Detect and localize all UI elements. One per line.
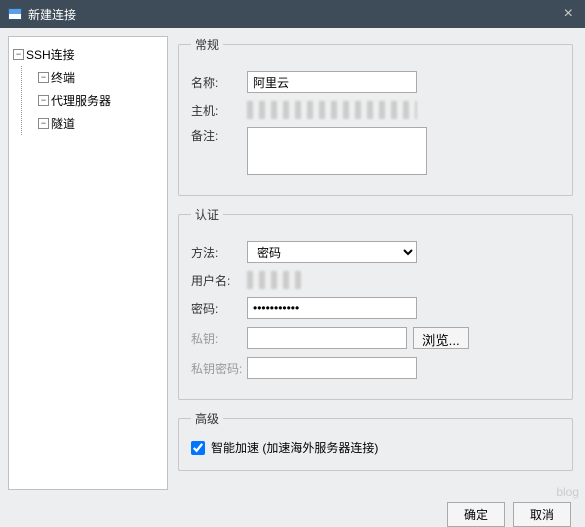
label-method: 方法: [191,244,247,261]
sidebar-tree: − SSH连接 − 终端 − 代理服务器 − 隧道 [8,36,168,490]
label-remark: 备注: [191,127,247,144]
label-key: 私钥: [191,330,247,347]
label-user: 用户名: [191,272,247,289]
method-select[interactable]: 密码 [247,241,417,263]
window-icon [8,8,22,20]
browse-button[interactable]: 浏览... [413,327,469,349]
label-pass: 密码: [191,300,247,317]
expander-icon[interactable]: − [38,118,49,129]
content-pane: 常规 名称: 主机: 备注: 认证 方法: 密码 [168,28,585,498]
tree-item-proxy[interactable]: − 代理服务器 [22,89,163,112]
legend-auth: 认证 [191,206,223,223]
ok-button[interactable]: 确定 [447,502,505,527]
password-input[interactable] [247,297,417,319]
user-redacted [247,271,307,289]
title-bar: 新建连接 × [0,0,585,28]
accel-label: 智能加速 (加速海外服务器连接) [211,439,378,456]
expander-icon[interactable]: − [38,95,49,106]
close-icon[interactable]: × [560,5,577,23]
tree-label: 隧道 [51,115,75,132]
window-title: 新建连接 [28,6,76,23]
name-input[interactable] [247,71,417,93]
accel-checkbox[interactable] [191,441,205,455]
label-keypass: 私钥密码: [191,360,247,377]
legend-general: 常规 [191,36,223,53]
expander-icon[interactable]: − [38,72,49,83]
expander-icon[interactable]: − [13,49,24,60]
legend-advanced: 高级 [191,410,223,427]
tree-label: 代理服务器 [51,92,111,109]
label-name: 名称: [191,74,247,91]
keypass-input[interactable] [247,357,417,379]
host-redacted [247,101,417,119]
tree-root-ssh[interactable]: − SSH连接 [13,43,163,66]
tree-item-terminal[interactable]: − 终端 [22,66,163,89]
group-auth: 认证 方法: 密码 用户名: 密码: 私钥: 浏览... 私钥密码: [178,206,573,400]
label-host: 主机: [191,102,247,119]
key-input[interactable] [247,327,407,349]
remark-input[interactable] [247,127,427,175]
tree-item-tunnel[interactable]: − 隧道 [22,112,163,135]
cancel-button[interactable]: 取消 [513,502,571,527]
dialog-footer: 确定 取消 [0,498,585,527]
tree-label: SSH连接 [26,46,75,63]
group-advanced: 高级 智能加速 (加速海外服务器连接) [178,410,573,471]
tree-label: 终端 [51,69,75,86]
group-general: 常规 名称: 主机: 备注: [178,36,573,196]
